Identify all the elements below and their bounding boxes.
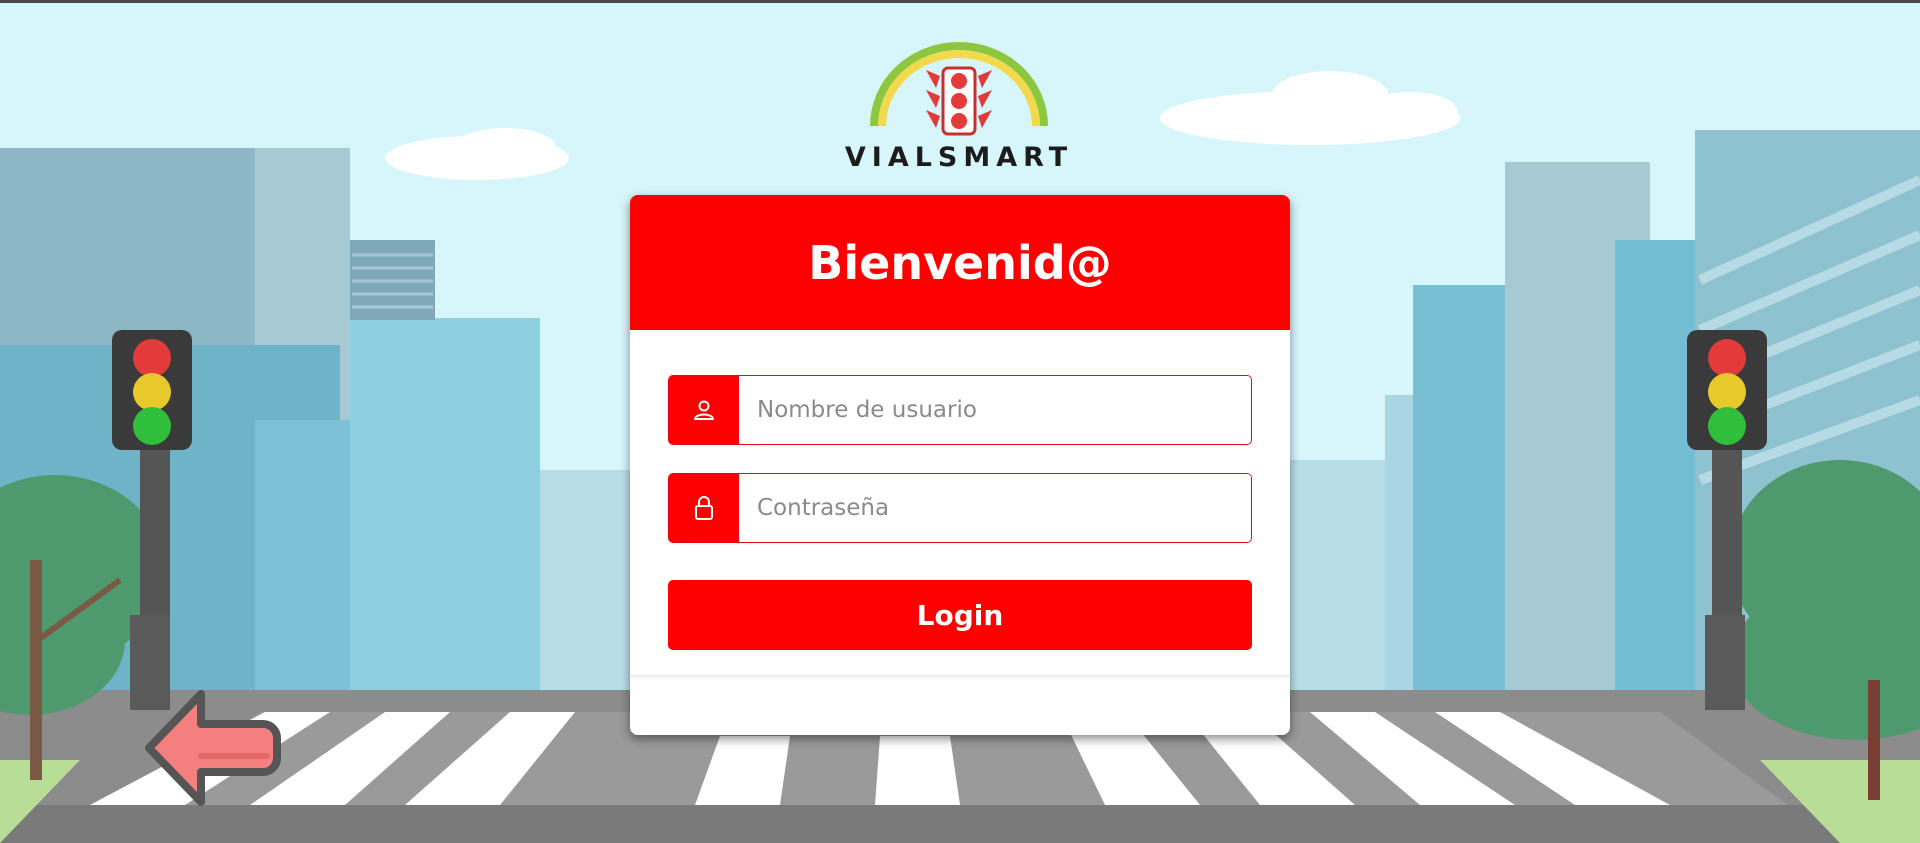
brand-name: VIALSMART: [844, 142, 1074, 173]
lock-icon: [669, 474, 739, 542]
login-card-footer: [630, 675, 1290, 735]
traffic-light-logo-icon: [870, 42, 1048, 136]
login-button[interactable]: Login: [668, 580, 1252, 650]
login-title: Bienvenid@: [808, 235, 1112, 290]
username-input[interactable]: [739, 376, 1251, 444]
login-card-header: Bienvenid@: [630, 195, 1290, 330]
password-input[interactable]: [739, 474, 1251, 542]
brand-logo: VIALSMART: [808, 38, 1110, 173]
back-arrow-icon[interactable]: [143, 686, 283, 821]
login-form: Login: [630, 330, 1290, 675]
login-card: Bienvenid@ Login: [630, 195, 1290, 735]
user-icon: [669, 376, 739, 444]
password-field: [668, 473, 1252, 543]
username-field: [668, 375, 1252, 445]
